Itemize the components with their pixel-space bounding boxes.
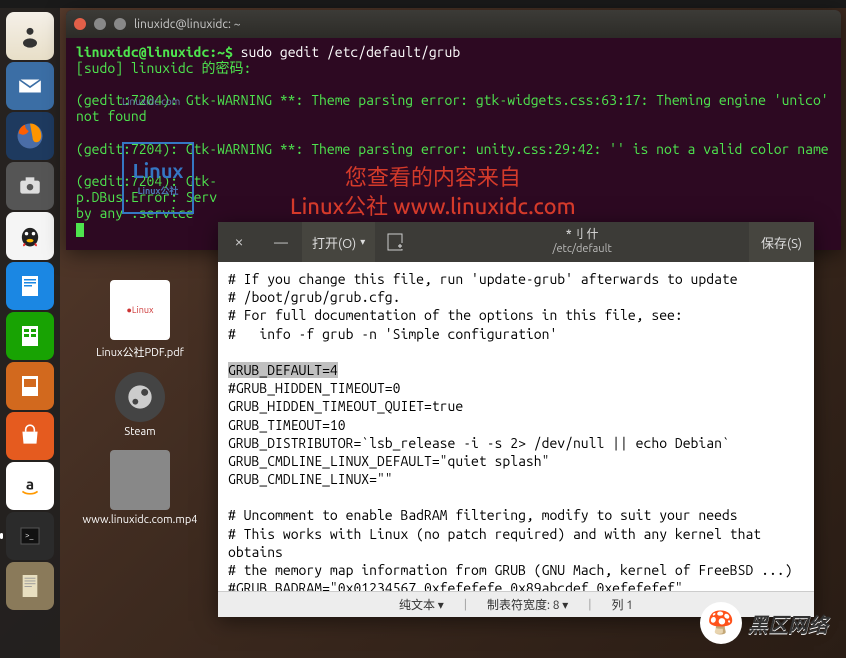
terminal-output[interactable]: linuxidc@linuxidc:~$ sudo gedit /etc/def… (66, 38, 841, 243)
mushroom-icon: 🍄 (700, 602, 742, 644)
launcher-terminal[interactable]: >_ (6, 512, 54, 560)
icon-label: Steam (124, 426, 155, 438)
launcher-writer[interactable] (6, 262, 54, 310)
logo-text: 黑区网络 (748, 609, 828, 638)
launcher-qq[interactable] (6, 212, 54, 260)
close-icon[interactable]: × (218, 222, 260, 262)
command-text: sudo gedit /etc/default/grub (241, 44, 461, 60)
warning-line: by any .service (76, 205, 194, 221)
launcher-files[interactable] (6, 12, 54, 60)
gedit-window: × — 打开(O) ▾ *刂 什 /etc/default 保存(S) # If… (218, 222, 814, 617)
svg-text:a: a (26, 475, 34, 492)
syntax-mode[interactable]: 纯文本 ▾ (399, 596, 444, 613)
editor-content[interactable]: # If you change this file, run 'update-g… (218, 262, 814, 591)
desktop-icons: ●Linux Linux公社PDF.pdf Steam www.linuxidc… (70, 280, 210, 538)
gedit-title: *刂 什 /etc/default (415, 228, 749, 256)
tab-width[interactable]: 制表符宽度: 8 ▾ (487, 596, 568, 613)
launcher-amazon[interactable]: a (6, 462, 54, 510)
launcher-software[interactable] (6, 412, 54, 460)
open-label: 打开(O) (312, 233, 356, 252)
cursor-position: 列 1 (611, 596, 633, 613)
desktop-icon-steam[interactable]: Steam (70, 372, 210, 438)
minimize-icon[interactable]: — (260, 222, 302, 262)
doc-name: *刂 什 (415, 228, 749, 242)
terminal-titlebar[interactable]: linuxidc@linuxidc: ~ (66, 10, 841, 38)
terminal-window: linuxidc@linuxidc: ~ linuxidc@linuxidc:~… (66, 10, 841, 250)
icon-label: www.linuxidc.com.mp4 (83, 514, 198, 526)
prompt: linuxidc@linuxidc:~$ (76, 44, 233, 60)
warning-line: p.DBus.Error: Serv (76, 189, 217, 205)
terminal-title: linuxidc@linuxidc: ~ (134, 18, 240, 31)
desktop-icon-pdf[interactable]: ●Linux Linux公社PDF.pdf (70, 280, 210, 360)
unity-launcher: a >_ (0, 8, 60, 658)
selected-text: GRUB_DEFAULT=4 (228, 362, 338, 378)
open-button[interactable]: 打开(O) ▾ (302, 222, 375, 262)
sudo-prompt: [sudo] linuxidc 的密码: (76, 60, 251, 76)
maximize-icon[interactable] (114, 18, 126, 30)
launcher-impress[interactable] (6, 362, 54, 410)
svg-text:>_: >_ (25, 531, 34, 540)
cursor-icon (76, 223, 84, 237)
close-icon[interactable] (74, 18, 86, 30)
launcher-firefox[interactable] (6, 112, 54, 160)
warning-line: (gedit:7204): Gtk-WARNING **: Theme pars… (76, 92, 836, 124)
desktop-icon-video[interactable]: www.linuxidc.com.mp4 (70, 450, 210, 526)
launcher-screenshot[interactable] (6, 162, 54, 210)
warning-line: (gedit:7204): Gtk- (76, 173, 217, 189)
icon-label: Linux公社PDF.pdf (96, 344, 184, 360)
warning-line: (gedit:7204): Gtk-WARNING **: Theme pars… (76, 141, 829, 157)
new-tab-button[interactable] (375, 222, 415, 262)
launcher-mail[interactable] (6, 62, 54, 110)
save-label: 保存(S) (761, 233, 802, 252)
launcher-document[interactable] (6, 562, 54, 610)
save-button[interactable]: 保存(S) (749, 222, 814, 262)
chevron-down-icon: ▾ (360, 236, 365, 248)
gedit-titlebar[interactable]: × — 打开(O) ▾ *刂 什 /etc/default 保存(S) (218, 222, 814, 262)
pdf-icon: ●Linux (110, 280, 170, 340)
top-panel (0, 0, 846, 8)
doc-path: /etc/default (415, 243, 749, 256)
launcher-calc[interactable] (6, 312, 54, 360)
site-logo: 🍄 黑区网络 (700, 602, 828, 644)
minimize-icon[interactable] (94, 18, 106, 30)
steam-icon (115, 372, 165, 422)
video-icon (110, 450, 170, 510)
